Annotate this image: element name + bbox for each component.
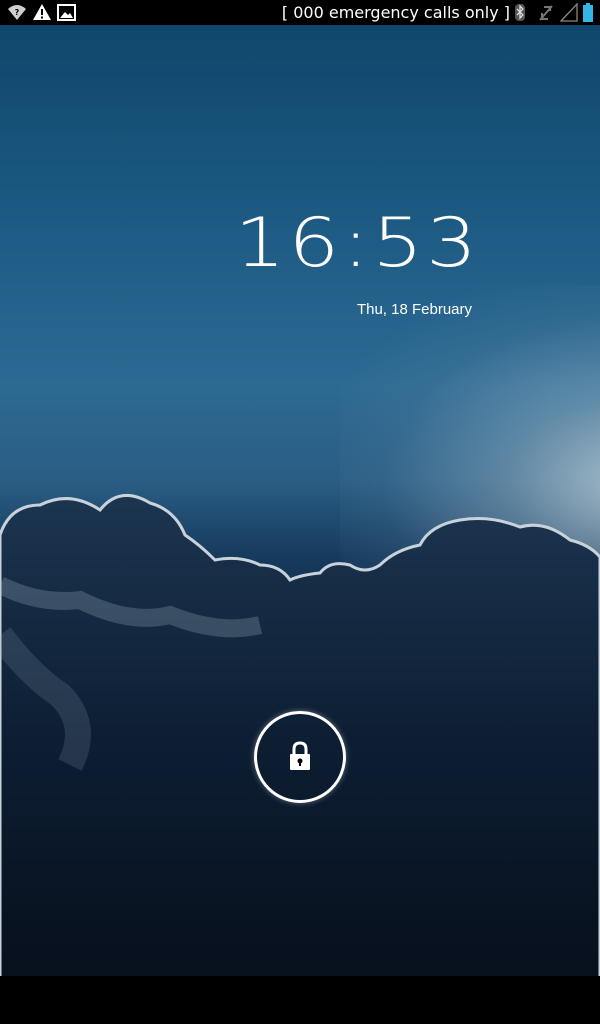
navigation-bar <box>0 976 600 1024</box>
battery-icon <box>582 3 594 22</box>
status-bar: ? [ 000 emergency calls only ] <box>0 0 600 25</box>
svg-text:?: ? <box>15 8 20 17</box>
unlock-button[interactable] <box>254 711 346 803</box>
lockscreen-wallpaper: 16:53 Thu, 18 February <box>0 25 600 976</box>
wifi-question-icon: ? <box>7 3 27 22</box>
lockscreen-clock: 16:53 <box>234 203 480 283</box>
signal-icon <box>559 2 578 22</box>
picture-icon <box>57 3 77 22</box>
no-sim-icon <box>536 3 556 22</box>
lockscreen-date: Thu, 18 February <box>356 301 472 318</box>
lock-icon <box>290 741 310 770</box>
carrier-status-text: [ 000 emergency calls only ] <box>281 3 510 22</box>
warning-icon <box>32 3 52 22</box>
bluetooth-icon <box>514 3 526 22</box>
